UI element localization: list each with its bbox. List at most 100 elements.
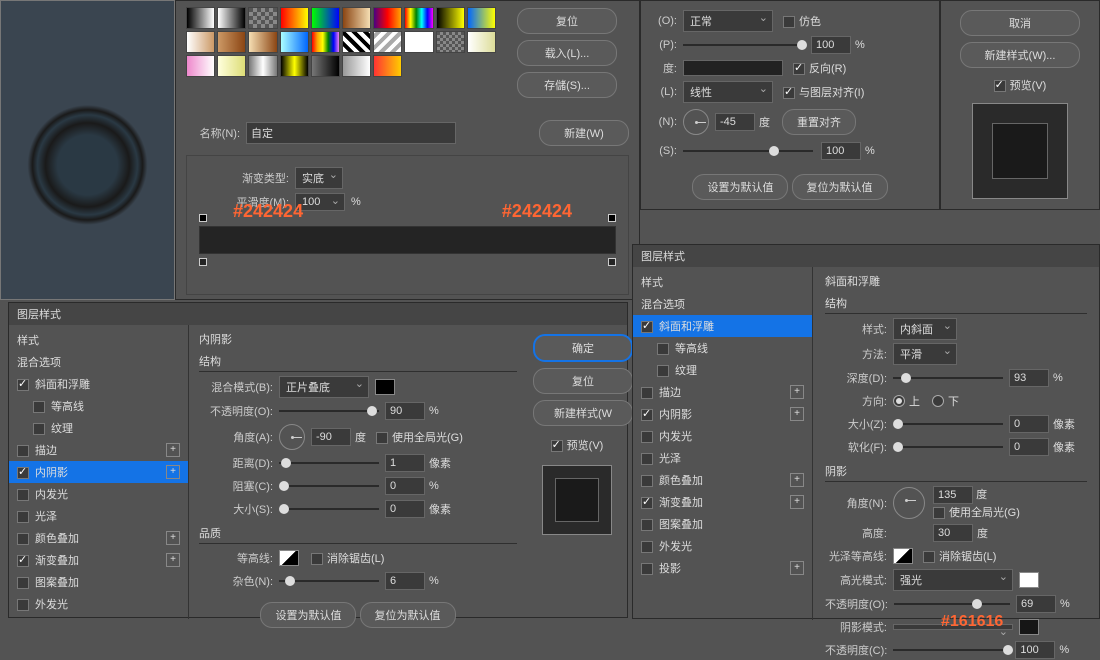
gomode-select[interactable]: 正常 [683, 10, 773, 32]
style-inner-shadow[interactable]: 内阴影+ [9, 461, 188, 483]
style-pattern-overlay[interactable]: 图案叠加 [9, 571, 188, 593]
opacity-stop-right[interactable] [608, 214, 616, 222]
is-dist-input[interactable]: 1 [385, 454, 425, 472]
be-depth-slider[interactable] [901, 373, 911, 383]
is-choke-slider[interactable] [279, 481, 289, 491]
is-noise-input[interactable]: 6 [385, 572, 425, 590]
reset-button[interactable]: 复位 [517, 8, 617, 34]
style-outer-glow[interactable]: 外发光 [9, 593, 188, 615]
color-stop-left[interactable] [199, 258, 207, 266]
be-hopa-slider[interactable] [972, 599, 982, 609]
be-dir-up[interactable] [893, 395, 905, 407]
is-dist-slider[interactable] [281, 458, 291, 468]
dither-check[interactable] [783, 16, 795, 28]
be-highlight-swatch[interactable] [1019, 572, 1039, 588]
be-depth-input[interactable]: 93 [1009, 369, 1049, 387]
reverse-check[interactable] [793, 63, 805, 75]
style-inner-shadow-2[interactable]: 内阴影+ [633, 403, 812, 425]
gograd-preview[interactable] [683, 60, 783, 76]
be-angle-input[interactable]: 135 [933, 486, 973, 504]
gostyle-select[interactable]: 线性 [683, 81, 773, 103]
new-button[interactable]: 新建(W) [539, 120, 629, 146]
be-sopa-slider[interactable] [1003, 645, 1013, 655]
preview-check-top[interactable] [994, 80, 1006, 92]
is-reset-default[interactable]: 复位为默认值 [360, 602, 456, 628]
is-set-default[interactable]: 设置为默认值 [260, 602, 356, 628]
name-input[interactable]: 自定 [246, 122, 456, 144]
opacity-stop-left[interactable] [199, 214, 207, 222]
blend-options[interactable]: 混合选项 [9, 351, 188, 373]
style-outer-glow-2[interactable]: 外发光 [633, 535, 812, 557]
style-satin-2[interactable]: 光泽 [633, 447, 812, 469]
style-drop-shadow-2[interactable]: 投影+ [633, 557, 812, 579]
is-angle-dial[interactable] [279, 424, 305, 450]
be-soften-slider[interactable] [893, 442, 903, 452]
be-anti-check[interactable] [923, 551, 935, 563]
style-stroke-2[interactable]: 描边+ [633, 381, 812, 403]
is-noise-slider[interactable] [285, 576, 295, 586]
save-button[interactable]: 存儲(S)... [517, 72, 617, 98]
be-tech-select[interactable]: 平滑 [893, 343, 957, 365]
blend-options-2[interactable]: 混合选项 [633, 293, 812, 315]
style-inner-glow[interactable]: 内发光 [9, 483, 188, 505]
be-size-slider[interactable] [893, 419, 903, 429]
gradient-bar[interactable] [199, 226, 616, 254]
style-bevel-2[interactable]: 斜面和浮雕 [633, 315, 812, 337]
reset-align-button[interactable]: 重置对齐 [782, 109, 856, 135]
goopa-input[interactable]: 100 [811, 36, 851, 54]
be-global-check[interactable] [933, 507, 945, 519]
goangle-dial[interactable] [683, 109, 709, 135]
goangle-input[interactable]: -45 [715, 113, 755, 131]
be-alt-input[interactable]: 30 [933, 524, 973, 542]
be-shadow-swatch[interactable] [1019, 619, 1039, 635]
ok-button-1[interactable]: 确定 [533, 334, 633, 362]
is-size-input[interactable]: 0 [385, 500, 425, 518]
grad-type-select[interactable]: 实底 [295, 167, 343, 189]
style-inner-glow-2[interactable]: 内发光 [633, 425, 812, 447]
style-bevel[interactable]: 斜面和浮雕 [9, 373, 188, 395]
style-texture-2[interactable]: 纹理 [633, 359, 812, 381]
cancel-button-top[interactable]: 取消 [960, 10, 1080, 36]
be-dir-down[interactable] [932, 395, 944, 407]
style-stroke[interactable]: 描边+ [9, 439, 188, 461]
be-size-input[interactable]: 0 [1009, 415, 1049, 433]
style-pattern-overlay-2[interactable]: 图案叠加 [633, 513, 812, 535]
style-color-overlay-2[interactable]: 颜色叠加+ [633, 469, 812, 491]
color-stop-right[interactable] [608, 258, 616, 266]
is-blend-select[interactable]: 正片叠底 [279, 376, 369, 398]
is-color-swatch[interactable] [375, 379, 395, 395]
be-hopa-input[interactable]: 69 [1016, 595, 1056, 613]
style-texture[interactable]: 纹理 [9, 417, 188, 439]
new-style-button-top[interactable]: 新建样式(W)... [960, 42, 1080, 68]
preview-check-1[interactable] [551, 440, 563, 452]
align-check[interactable] [783, 87, 795, 99]
style-contour[interactable]: 等高线 [9, 395, 188, 417]
newstyle-button-1[interactable]: 新建样式(W [533, 400, 633, 426]
gradient-presets[interactable] [186, 7, 496, 77]
be-soften-input[interactable]: 0 [1009, 438, 1049, 456]
style-contour-2[interactable]: 等高线 [633, 337, 812, 359]
set-default-button[interactable]: 设置为默认值 [692, 174, 788, 200]
goopa-slider[interactable] [797, 40, 807, 50]
reset-button-1[interactable]: 复位 [533, 368, 633, 394]
be-hmode-select[interactable]: 强光 [893, 569, 1013, 591]
be-sopa-input[interactable]: 100 [1015, 641, 1055, 659]
is-anti-check[interactable] [311, 553, 323, 565]
style-grad-overlay-2[interactable]: 渐变叠加+ [633, 491, 812, 513]
is-angle-input[interactable]: -90 [311, 428, 351, 446]
reset-default-button[interactable]: 复位为默认值 [792, 174, 888, 200]
is-size-slider[interactable] [279, 504, 289, 514]
is-choke-input[interactable]: 0 [385, 477, 425, 495]
be-gloss-picker[interactable] [893, 548, 913, 564]
is-opa-slider[interactable] [367, 406, 377, 416]
style-grad-overlay[interactable]: 渐变叠加+ [9, 549, 188, 571]
style-satin[interactable]: 光泽 [9, 505, 188, 527]
goscale-input[interactable]: 100 [821, 142, 861, 160]
is-opa-input[interactable]: 90 [385, 402, 425, 420]
is-global-check[interactable] [376, 432, 388, 444]
style-color-overlay[interactable]: 颜色叠加+ [9, 527, 188, 549]
be-style-select[interactable]: 内斜面 [893, 318, 957, 340]
is-contour-picker[interactable] [279, 550, 299, 566]
load-button[interactable]: 载入(L)... [517, 40, 617, 66]
be-angle-dial[interactable] [893, 487, 925, 519]
